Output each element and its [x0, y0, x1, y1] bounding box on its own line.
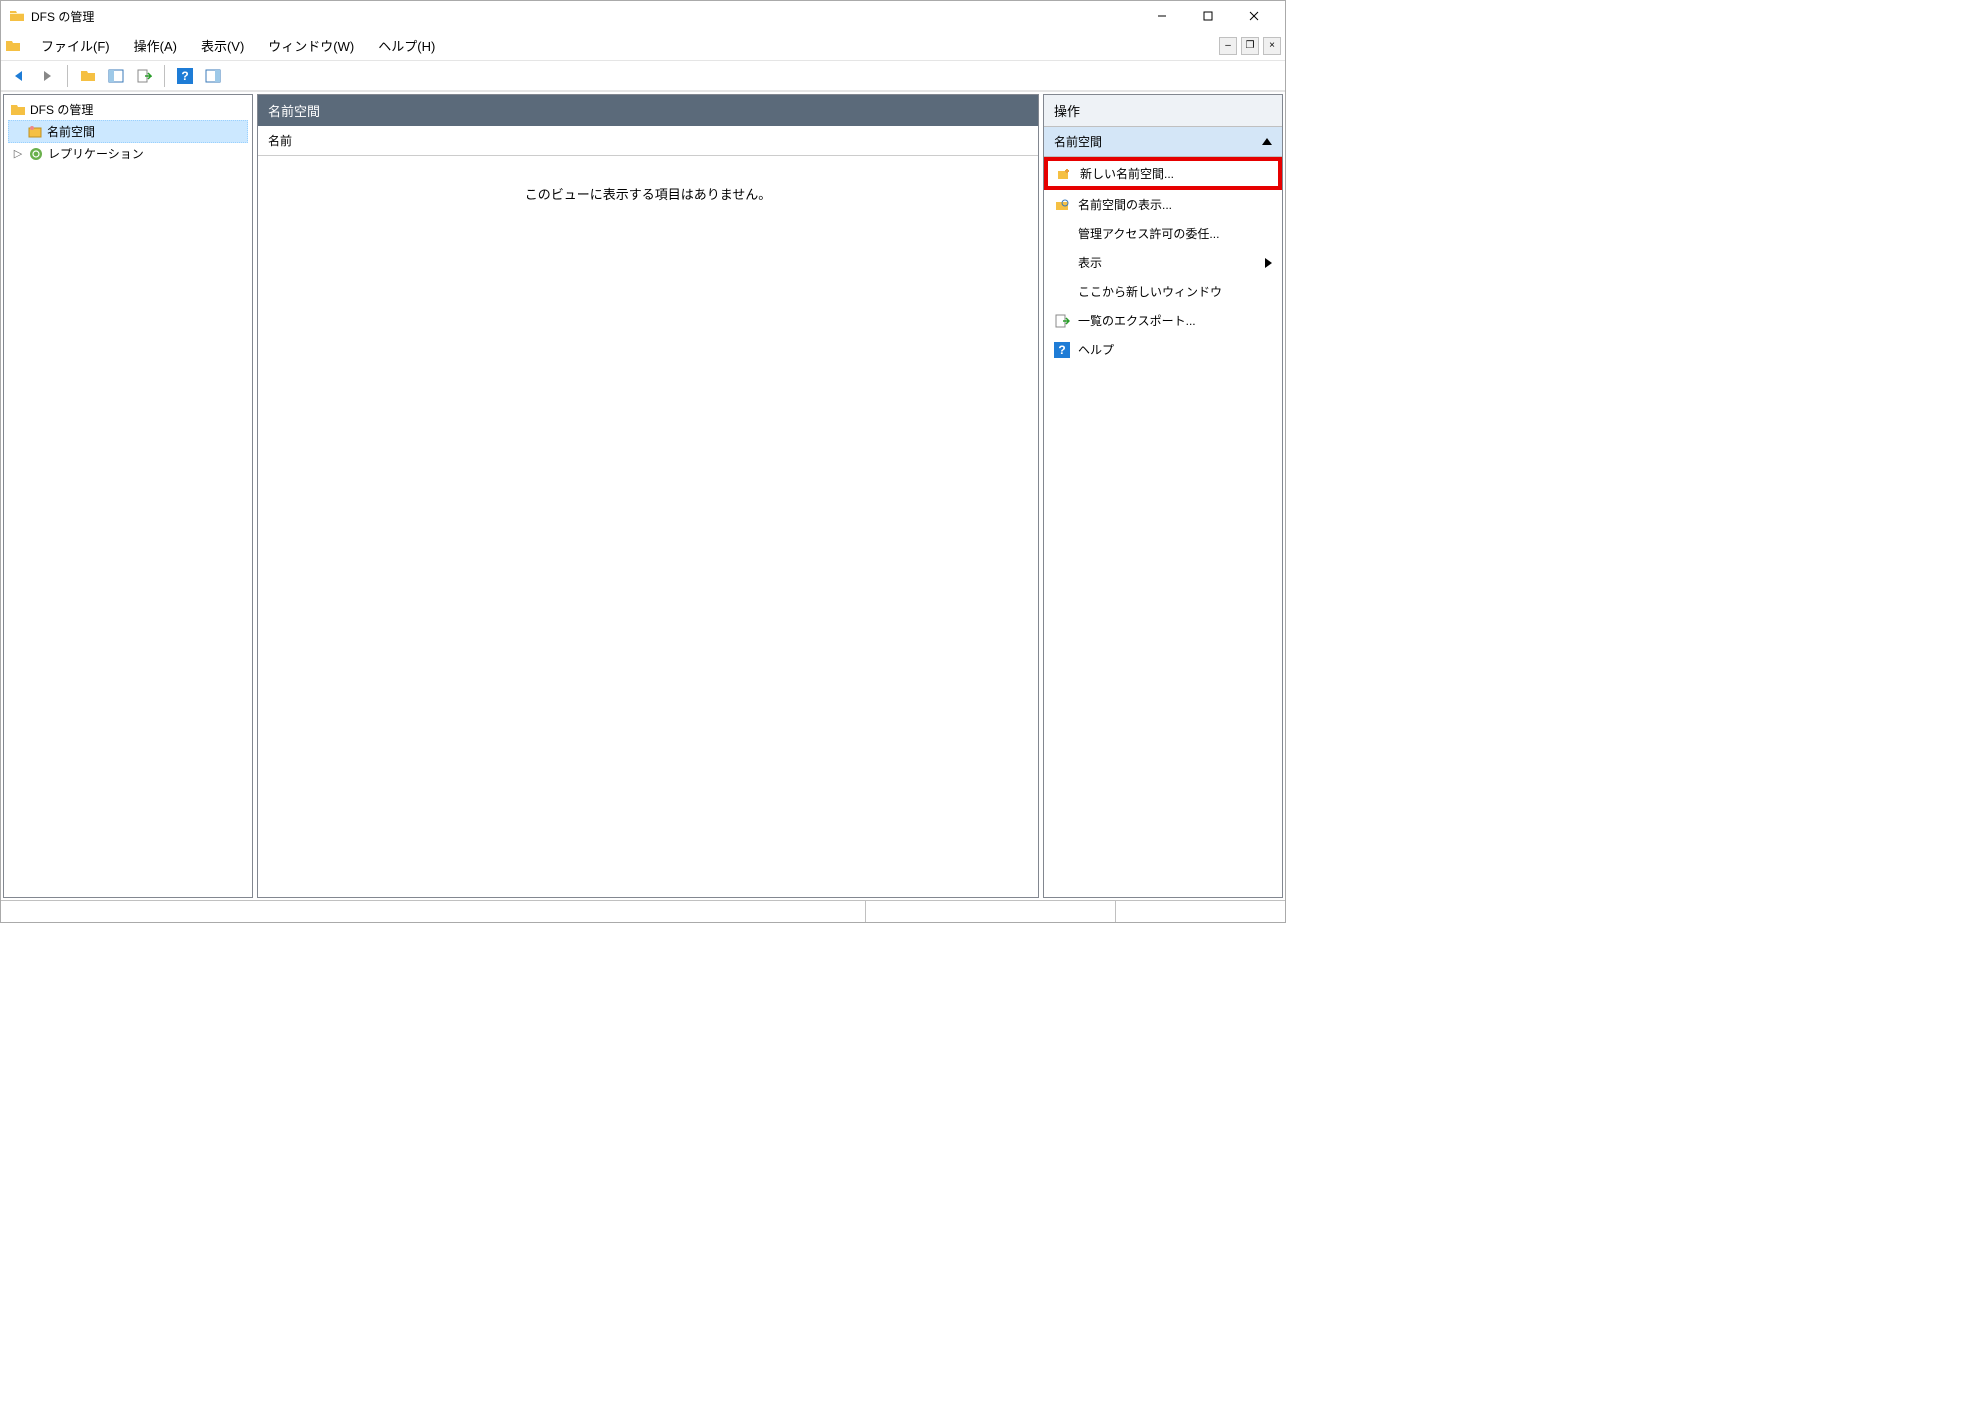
maximize-button[interactable] [1185, 1, 1231, 31]
up-button[interactable] [76, 64, 100, 88]
actions-section-label: 名前空間 [1054, 133, 1102, 150]
statusbar [1, 900, 1285, 922]
expander-icon[interactable]: ▷ [12, 147, 24, 160]
action-label: 管理アクセス許可の委任... [1078, 225, 1219, 242]
app-icon [9, 8, 25, 24]
show-hide-tree-button[interactable] [104, 64, 128, 88]
mdi-close-icon[interactable]: × [1263, 37, 1281, 55]
column-name: 名前 [268, 132, 292, 149]
svg-text:?: ? [1058, 343, 1065, 357]
show-hide-actions-button[interactable] [201, 64, 225, 88]
help-button[interactable]: ? [173, 64, 197, 88]
center-column-header[interactable]: 名前 [258, 126, 1038, 156]
main-window: DFS の管理 ファイル(F) 操作(A) 表示(V) ウィンドウ(W) ヘルプ… [0, 0, 1286, 923]
mdi-minimize-icon[interactable]: – [1219, 37, 1237, 55]
minimize-button[interactable] [1139, 1, 1185, 31]
replication-icon [28, 146, 44, 162]
collapse-icon [1262, 138, 1272, 145]
action-label: 表示 [1078, 254, 1102, 271]
tree-item-namespaces[interactable]: 名前空間 [8, 120, 248, 143]
tree-root[interactable]: DFS の管理 [8, 99, 248, 120]
content-area: DFS の管理 名前空間 ▷ レプリケーション 名前空間 名前 このビューに表示… [1, 91, 1285, 900]
dfs-root-icon [10, 102, 26, 118]
menu-file[interactable]: ファイル(F) [29, 32, 122, 59]
menu-help[interactable]: ヘルプ(H) [366, 32, 447, 59]
actions-section-header[interactable]: 名前空間 [1044, 127, 1282, 157]
export-icon [1054, 313, 1070, 329]
menubar-icon [5, 38, 21, 54]
status-left [1, 901, 865, 922]
tree-pane: DFS の管理 名前空間 ▷ レプリケーション [3, 94, 253, 898]
action-label: ヘルプ [1078, 341, 1114, 358]
back-button[interactable] [7, 64, 31, 88]
actions-list: 新しい名前空間... 名前空間の表示... 管理アクセス許可の委任... 表示 [1044, 157, 1282, 364]
tree-root-label: DFS の管理 [30, 101, 93, 118]
actions-header: 操作 [1044, 95, 1282, 127]
action-new-window[interactable]: ここから新しいウィンドウ [1044, 277, 1282, 306]
titlebar: DFS の管理 [1, 1, 1285, 31]
menubar: ファイル(F) 操作(A) 表示(V) ウィンドウ(W) ヘルプ(H) – ❐ … [1, 31, 1285, 61]
help-icon: ? [1054, 342, 1070, 358]
action-view-submenu[interactable]: 表示 [1044, 248, 1282, 277]
separator [67, 65, 68, 87]
toolbar: ? [1, 61, 1285, 91]
new-namespace-icon [1056, 166, 1072, 182]
export-list-button[interactable] [132, 64, 156, 88]
menu-view[interactable]: 表示(V) [189, 32, 256, 59]
namespace-icon [27, 124, 43, 140]
tree-item-label: 名前空間 [47, 123, 95, 140]
show-namespace-icon [1054, 197, 1070, 213]
submenu-arrow-icon [1265, 258, 1272, 268]
action-delegate-permissions[interactable]: 管理アクセス許可の委任... [1044, 219, 1282, 248]
action-label: 新しい名前空間... [1080, 165, 1174, 182]
separator [164, 65, 165, 87]
status-mid [865, 901, 1115, 922]
window-title: DFS の管理 [31, 8, 94, 25]
menu-window[interactable]: ウィンドウ(W) [256, 32, 366, 59]
close-button[interactable] [1231, 1, 1277, 31]
center-empty-message: このビューに表示する項目はありません。 [258, 156, 1038, 203]
action-new-namespace[interactable]: 新しい名前空間... [1044, 157, 1282, 190]
center-header: 名前空間 [258, 95, 1038, 126]
mdi-restore-icon[interactable]: ❐ [1241, 37, 1259, 55]
svg-text:?: ? [181, 69, 188, 83]
action-export-list[interactable]: 一覧のエクスポート... [1044, 306, 1282, 335]
tree-item-label: レプリケーション [48, 145, 144, 162]
center-pane: 名前空間 名前 このビューに表示する項目はありません。 [257, 94, 1039, 898]
status-right [1115, 901, 1285, 922]
menu-action[interactable]: 操作(A) [122, 32, 189, 59]
action-label: ここから新しいウィンドウ [1078, 283, 1222, 300]
forward-button[interactable] [35, 64, 59, 88]
action-help[interactable]: ? ヘルプ [1044, 335, 1282, 364]
action-label: 名前空間の表示... [1078, 196, 1172, 213]
action-show-namespace[interactable]: 名前空間の表示... [1044, 190, 1282, 219]
actions-pane: 操作 名前空間 新しい名前空間... 名前空間の表示... 管理アクセス許可の委… [1043, 94, 1283, 898]
action-label: 一覧のエクスポート... [1078, 312, 1196, 329]
tree-item-replication[interactable]: ▷ レプリケーション [8, 143, 248, 164]
